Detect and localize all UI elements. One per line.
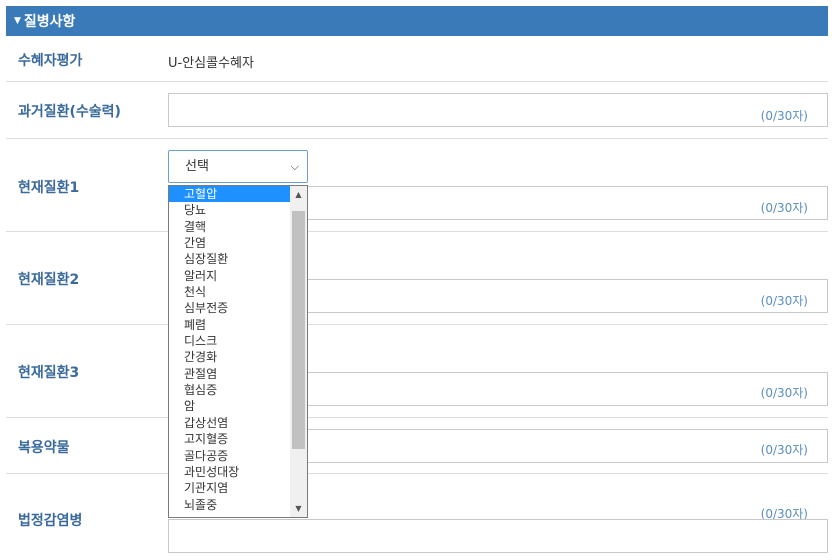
dropdown-option[interactable]: 천식 bbox=[169, 284, 291, 300]
chevron-down-icon: ⌵ bbox=[290, 160, 299, 173]
scroll-down-arrow-icon[interactable]: ▼ bbox=[290, 500, 307, 517]
dropdown-option[interactable]: 과민성대장 bbox=[169, 464, 291, 480]
dropdown-option[interactable]: 폐렴 bbox=[169, 317, 291, 333]
dropdown-option[interactable]: 심부전증 bbox=[169, 300, 291, 316]
row-divider bbox=[6, 231, 828, 232]
dropdown-option[interactable]: 관절염 bbox=[169, 366, 291, 382]
dropdown-options: 고혈압 당뇨 결핵 간염 심장질환 알러지 천식 심부전증 폐렴 디스크 간경화 관절염 협심증 암 갑상선… bbox=[169, 186, 307, 513]
select-value: 선택 bbox=[185, 159, 209, 174]
row-divider bbox=[6, 324, 828, 325]
current-disease-1-label: 현재질환1 bbox=[18, 180, 80, 196]
row-divider bbox=[6, 417, 828, 418]
medication-label: 복용약물 bbox=[18, 440, 70, 456]
dropdown-option[interactable]: 심장질환 bbox=[169, 251, 291, 267]
dropdown-option[interactable]: 기관지염 bbox=[169, 480, 291, 496]
past-disease-counter: (0/30자) bbox=[760, 109, 808, 123]
disease-dropdown-list[interactable]: 고혈압 당뇨 결핵 간염 심장질환 알러지 천식 심부전증 폐렴 디스크 간경화 관절염 협심증 암 갑상선… bbox=[168, 185, 308, 518]
current-disease-2-label: 현재질환2 bbox=[18, 272, 80, 288]
current-disease-3-counter: (0/30자) bbox=[760, 386, 808, 400]
infectious-disease-label: 법정감염병 bbox=[18, 513, 83, 529]
dropdown-option[interactable]: 골다공증 bbox=[169, 448, 291, 464]
dropdown-option[interactable]: 결핵 bbox=[169, 219, 291, 235]
section-title: 질병사항 bbox=[23, 14, 76, 30]
recipient-eval-label: 수혜자평가 bbox=[18, 53, 83, 69]
dropdown-option[interactable]: 고혈압 bbox=[169, 186, 291, 203]
dropdown-scrollbar[interactable]: ▲ ▼ bbox=[290, 186, 307, 517]
dropdown-option[interactable]: 간경화 bbox=[169, 349, 291, 365]
row-divider bbox=[6, 138, 828, 139]
current-disease-1-counter: (0/30자) bbox=[760, 201, 808, 215]
dropdown-option[interactable]: 뇌졸중 bbox=[169, 497, 291, 513]
dropdown-option[interactable]: 당뇨 bbox=[169, 202, 291, 218]
dropdown-option[interactable]: 협심증 bbox=[169, 382, 291, 398]
collapse-triangle-icon: ▼ bbox=[14, 16, 21, 26]
current-disease-1-select[interactable]: 선택 ⌵ bbox=[168, 150, 308, 183]
dropdown-option[interactable]: 디스크 bbox=[169, 333, 291, 349]
current-disease-2-counter: (0/30자) bbox=[760, 294, 808, 308]
medication-counter: (0/30자) bbox=[760, 443, 808, 457]
dropdown-option[interactable]: 고지혈증 bbox=[169, 431, 291, 447]
dropdown-option[interactable]: 간염 bbox=[169, 235, 291, 251]
past-disease-input[interactable] bbox=[168, 93, 828, 127]
scroll-up-arrow-icon[interactable]: ▲ bbox=[290, 186, 307, 203]
past-disease-label: 과거질환(수술력) bbox=[18, 104, 121, 120]
dropdown-option[interactable]: 갑상선염 bbox=[169, 415, 291, 431]
row-divider bbox=[6, 473, 828, 474]
scrollbar-thumb[interactable] bbox=[292, 211, 305, 449]
row-divider bbox=[6, 81, 828, 82]
recipient-eval-value: U-안심콜수혜자 bbox=[168, 56, 254, 71]
section-header[interactable]: ▼ 질병사항 bbox=[6, 6, 828, 36]
dropdown-option[interactable]: 암 bbox=[169, 398, 291, 414]
current-disease-3-label: 현재질환3 bbox=[18, 365, 80, 381]
infectious-disease-input[interactable] bbox=[168, 519, 828, 553]
dropdown-option[interactable]: 알러지 bbox=[169, 268, 291, 284]
